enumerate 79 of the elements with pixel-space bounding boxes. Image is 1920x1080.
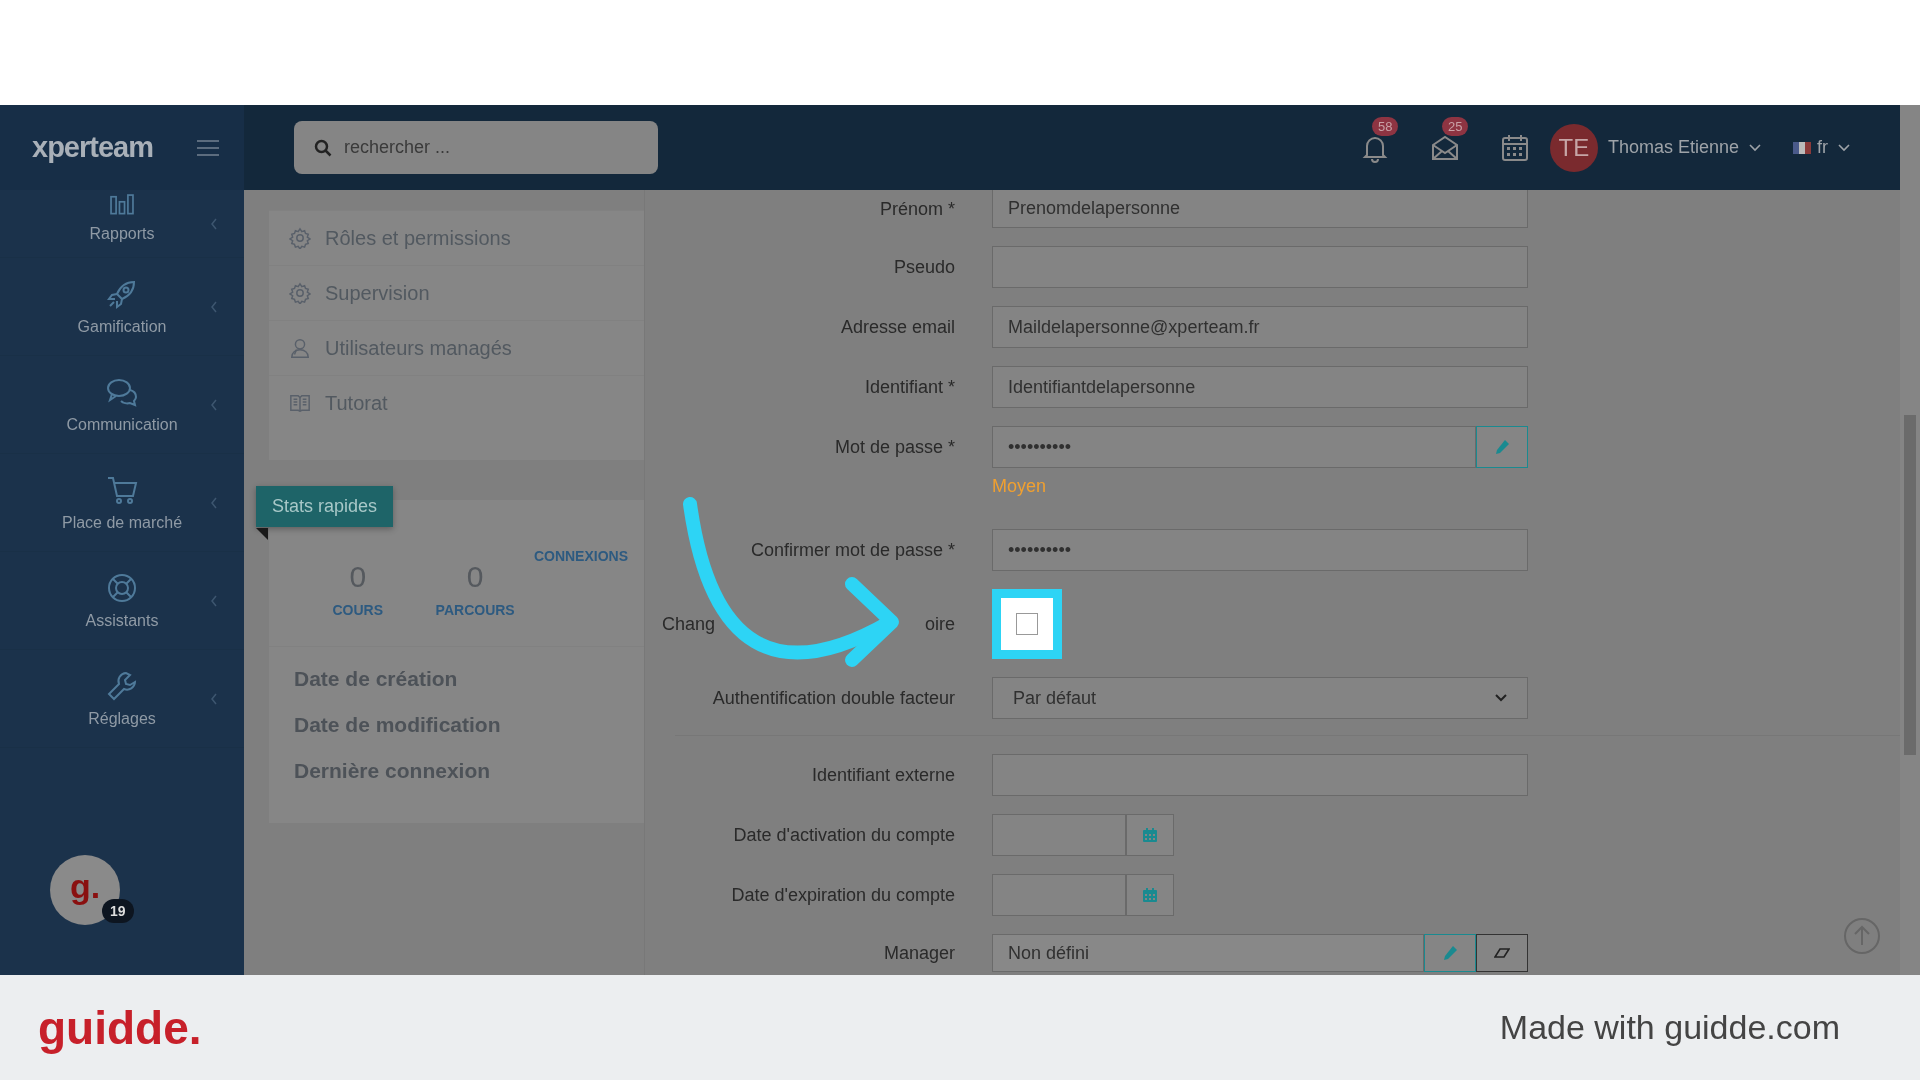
input-field[interactable]: •••••••••• [992,529,1528,571]
pencil-icon [1442,945,1458,961]
sidebar-item[interactable]: Réglages [0,650,244,748]
caret-icon [1495,694,1507,702]
strength-label: Moyen [992,476,1048,497]
field-label: Pseudo [892,256,955,278]
chevron-icon [210,692,218,705]
stat-label: PARCOURS [435,602,515,618]
search-field[interactable]: rechercher ... [294,121,658,174]
chevron-icon [210,300,218,313]
field-label: Date d'expiration du compte [730,884,955,906]
chevron-icon [210,217,218,230]
date-field[interactable] [992,874,1126,916]
connections-link[interactable]: CONNEXIONS [533,548,628,564]
clear-button[interactable] [1476,934,1528,972]
language-selector[interactable]: fr [1817,137,1828,158]
input-field[interactable]: Prenomdelapersonne [992,190,1528,228]
calendar-icon [1142,887,1158,903]
gear-icon [289,282,311,304]
sidebar-item[interactable]: Assistants [0,552,244,650]
calendar-button[interactable] [1126,814,1174,856]
input-field[interactable]: Maildelapersonne@xperteam.fr [992,306,1528,348]
chevron-icon [210,594,218,607]
field-label: oire [925,613,955,635]
field-label: Confirmer mot de passe * [749,539,955,561]
notification-badge: 58 [1371,116,1399,136]
calendar-button[interactable] [1126,874,1174,916]
date-label: Dernière connexion [294,759,492,783]
input-field[interactable]: Non défini [992,934,1424,972]
user-name[interactable]: Thomas Etienne [1607,137,1739,158]
field-label: Adresse email [839,316,955,338]
select-field[interactable]: Par défaut [992,677,1528,719]
book-icon [289,392,311,414]
flag-icon [1793,141,1811,154]
field-label: Mot de passe * [833,436,955,458]
eraser-icon [1494,945,1510,961]
count-badge: 19 [102,899,134,923]
pencil-icon [1494,439,1510,455]
field-label: Authentification double facteur [711,687,955,709]
field-label: Manager [882,942,955,964]
scroll-top-icon[interactable] [1843,917,1881,955]
notification-badge: 25 [1441,116,1469,136]
calendar-icon[interactable] [1499,132,1530,163]
stat-label: COURS [332,602,383,618]
caret-icon [1838,143,1850,152]
field-label: Identifiant externe [810,764,955,786]
section-ribbon: Stats rapides [256,486,394,527]
field-label: Date d'activation du compte [732,824,955,846]
scrollbar[interactable] [1900,105,1920,975]
sidebar-item[interactable]: Gamification [0,258,244,356]
edit-button[interactable] [1476,426,1528,468]
date-field[interactable] [992,814,1126,856]
sidebar-item[interactable]: Communication [0,356,244,454]
input-field[interactable] [992,754,1528,796]
app-logo: xperteam [32,131,153,164]
date-label: Date de création [294,667,459,691]
input-field[interactable]: •••••••••• [992,426,1476,468]
checkbox[interactable] [1016,613,1038,635]
wrench-icon [106,669,138,702]
calendar-icon [1142,827,1158,843]
users-icon [289,337,311,359]
chevron-icon [210,496,218,509]
search-icon [314,138,332,157]
caret-icon [1749,143,1761,152]
input-field[interactable]: Identifiantdelapersonne [992,366,1528,408]
menu-icon[interactable] [196,139,219,156]
sidebar-item[interactable]: Rapports [0,190,244,258]
date-label: Date de modification [294,713,502,737]
chevron-icon [210,398,218,411]
user-avatar[interactable]: TE [1549,123,1598,172]
gear-icon [289,227,311,249]
sidebar-item[interactable]: Place de marché [0,454,244,552]
lifebuoy-icon [106,571,138,604]
credit-text: Made with guidde.com [1499,1008,1840,1047]
field-label: Identifiant * [863,376,955,398]
guidde-logo: guidde. [38,1000,202,1055]
field-label: Chang [661,613,715,635]
input-field[interactable] [992,246,1528,288]
field-label: Prénom * [878,198,955,220]
